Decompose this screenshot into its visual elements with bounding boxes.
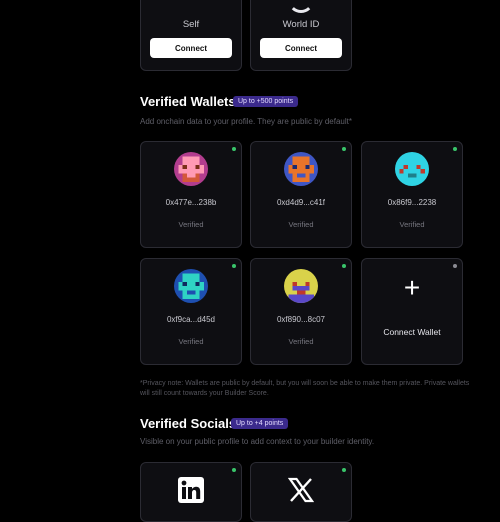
wallets-title: Verified Wallets	[140, 94, 236, 109]
verified-dot	[232, 468, 236, 472]
wallet-status: Verified	[178, 337, 204, 346]
verified-dot	[453, 147, 457, 151]
wallet-status: Verified	[288, 220, 314, 229]
wallet-card[interactable]: 0xd4d9...c41f Verified	[250, 141, 352, 248]
socials-description: Visible on your public profile to add co…	[140, 437, 375, 446]
linkedin-card[interactable]	[140, 462, 242, 522]
self-label: Self	[182, 19, 200, 30]
socials-title: Verified Socials	[140, 416, 237, 431]
wallet-address: 0xf890...8c07	[276, 315, 326, 324]
world-id-card: World ID Connect	[250, 0, 352, 71]
wallet-address: 0xf9ca...d45d	[166, 315, 216, 324]
wallet-address: 0xd4d9...c41f	[276, 198, 326, 207]
socials-points-badge: Up to +4 points	[231, 418, 289, 429]
wallets-description: Add onchain data to your profile. They a…	[140, 117, 352, 126]
privacy-note: *Privacy note: Wallets are public by def…	[140, 380, 470, 397]
wallet-avatar	[174, 152, 208, 186]
self-connect-button[interactable]: Connect	[150, 38, 232, 58]
x-icon	[288, 477, 314, 503]
verified-dot	[342, 468, 346, 472]
world-id-connect-button[interactable]: Connect	[260, 38, 342, 58]
self-card: Self Connect	[140, 0, 242, 71]
connect-wallet-card[interactable]: + Connect Wallet	[361, 258, 463, 365]
wallet-card[interactable]: 0x86f9...2238 Verified	[361, 141, 463, 248]
wallet-avatar	[284, 269, 318, 303]
verified-dot	[232, 147, 236, 151]
linkedin-icon	[178, 477, 204, 503]
wallet-status: Verified	[288, 337, 314, 346]
verified-dot	[342, 264, 346, 268]
world-id-icon	[288, 0, 314, 13]
wallet-avatar	[395, 152, 429, 186]
plus-icon: +	[403, 272, 421, 303]
wallet-avatar	[174, 269, 208, 303]
wallet-address: 0x477e...238b	[165, 198, 217, 207]
status-dot	[453, 264, 457, 268]
wallet-card[interactable]: 0xf9ca...d45d Verified	[140, 258, 242, 365]
verified-dot	[342, 147, 346, 151]
wallets-points-badge: Up to +500 points	[233, 96, 299, 107]
wallet-card[interactable]: 0x477e...238b Verified	[140, 141, 242, 248]
x-card[interactable]	[250, 462, 352, 522]
wallet-avatar	[284, 152, 318, 186]
wallet-status: Verified	[178, 220, 204, 229]
wallet-card[interactable]: 0xf890...8c07 Verified	[250, 258, 352, 365]
connect-wallet-label: Connect Wallet	[383, 327, 441, 337]
wallet-address: 0x86f9...2238	[387, 198, 437, 207]
verified-dot	[232, 264, 236, 268]
wallet-status: Verified	[399, 220, 425, 229]
world-id-label: World ID	[282, 19, 320, 30]
